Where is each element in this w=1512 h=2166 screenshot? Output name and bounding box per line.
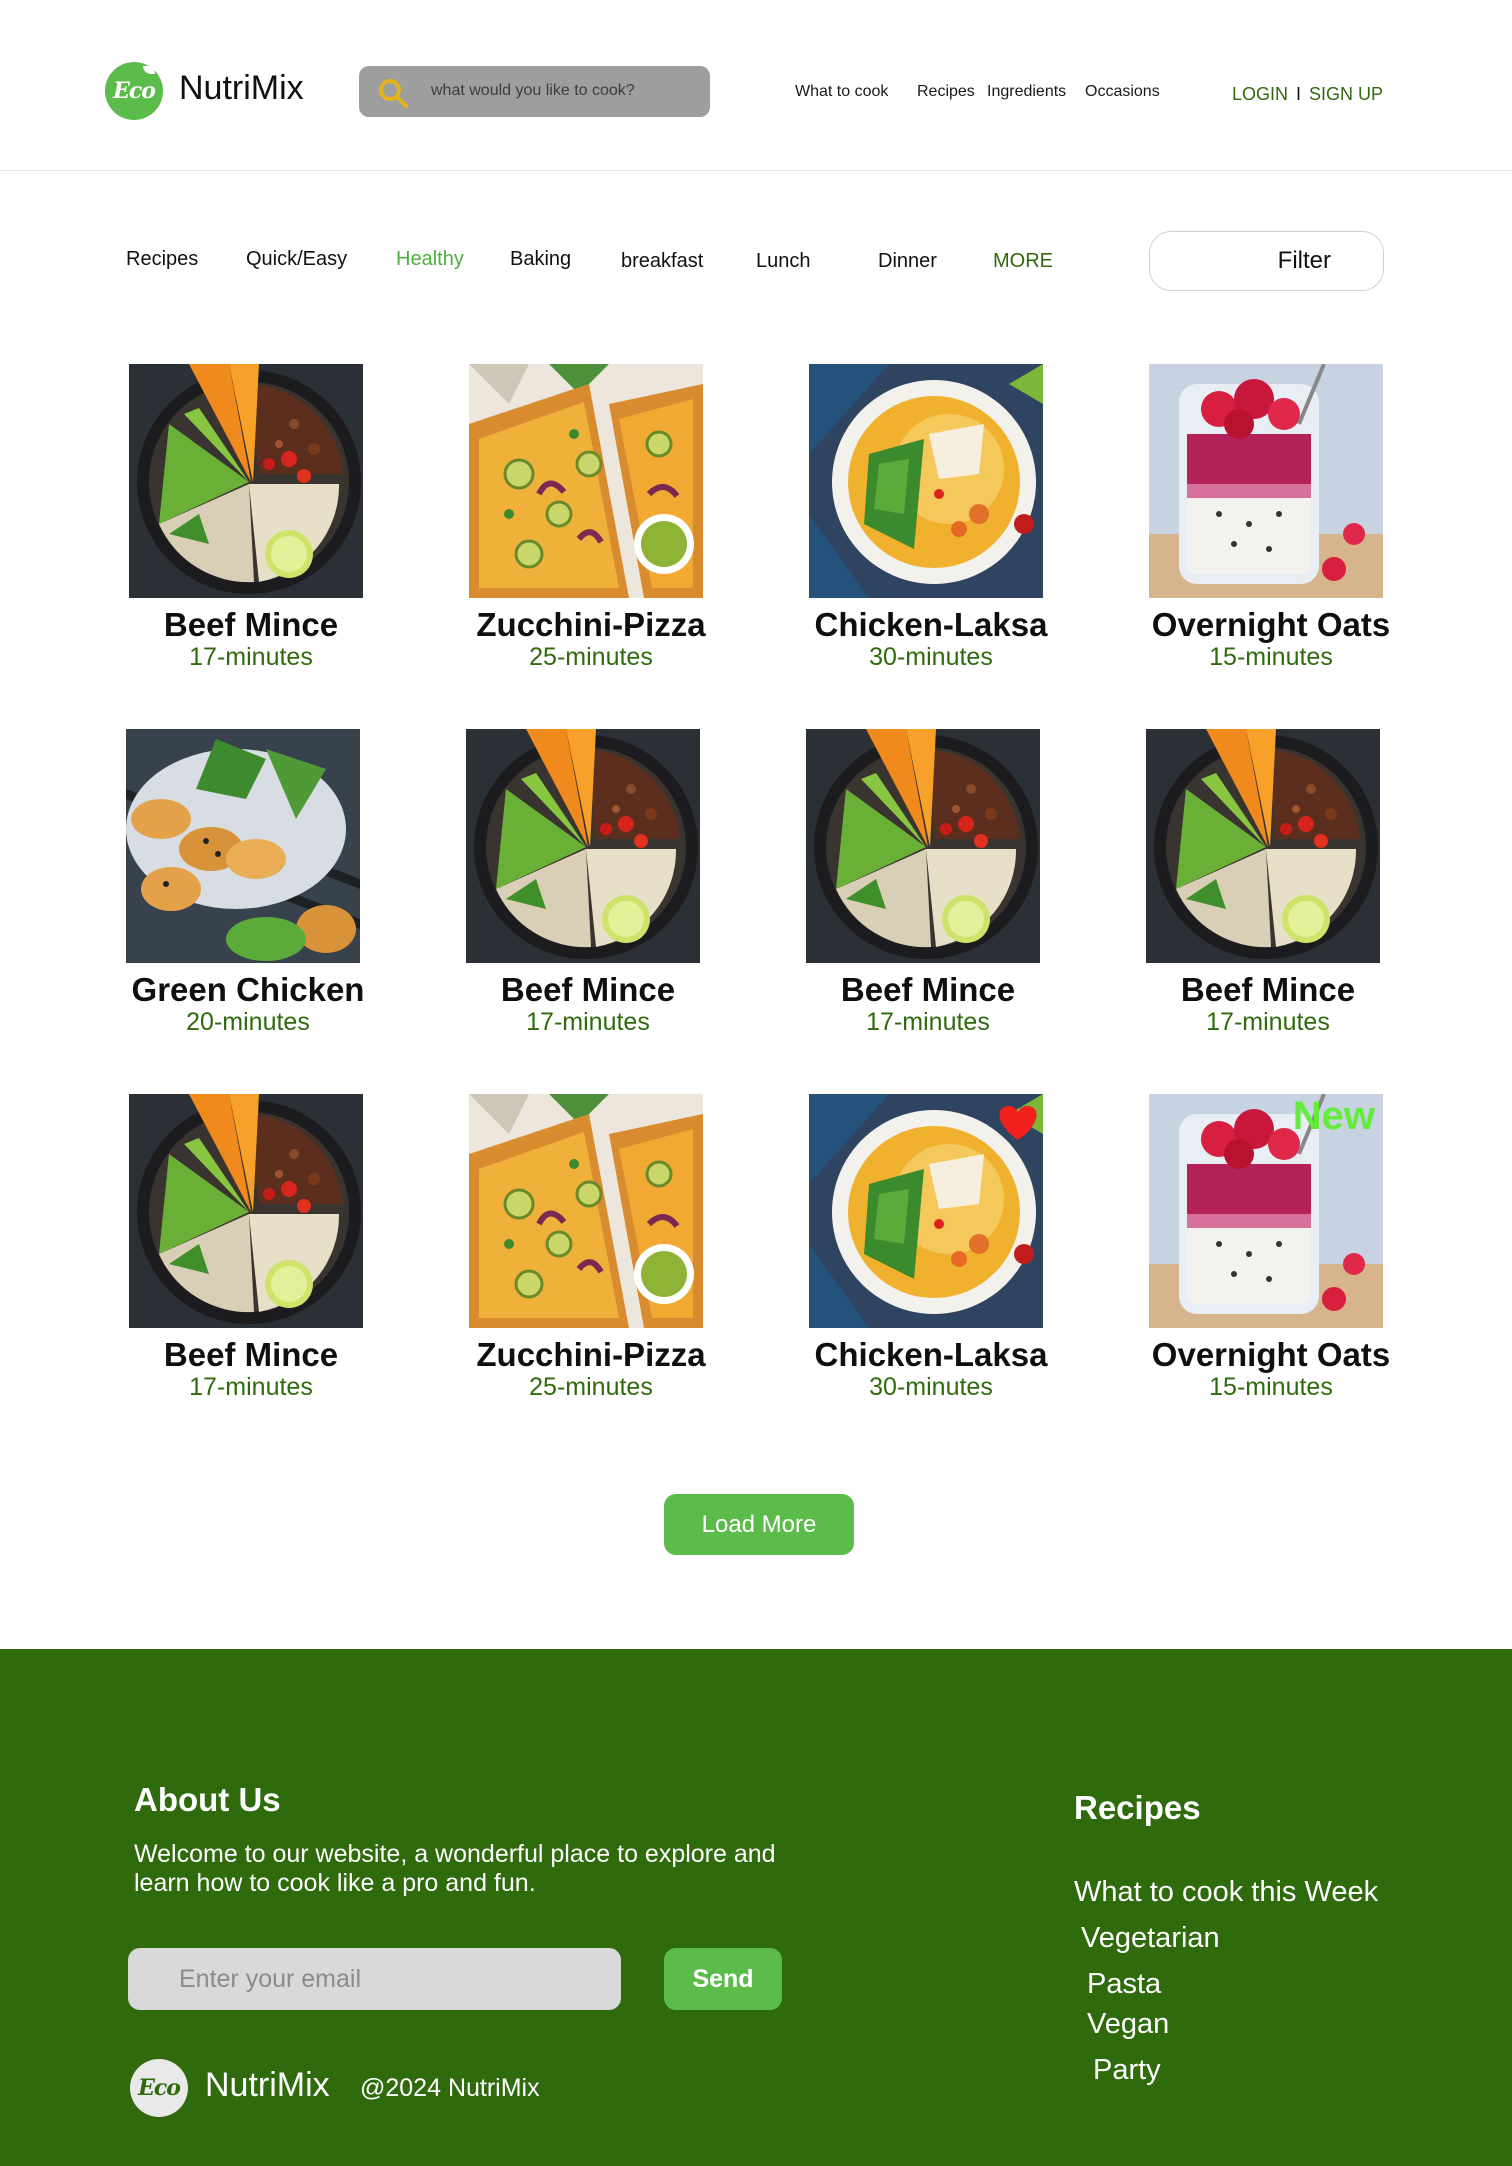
about-text: Welcome to our website, a wonderful plac… [134,1840,776,1897]
recipe-title[interactable]: Chicken-Laksa [766,606,1096,644]
tab-healthy[interactable]: Healthy [396,248,464,271]
recipe-time: 25-minutes [529,643,653,671]
recipe-photo[interactable] [469,1094,703,1328]
recipe-title[interactable]: Chicken-Laksa [766,1336,1096,1374]
tab-baking[interactable]: Baking [510,248,571,271]
signup-link[interactable]: SIGN UP [1309,84,1383,104]
nav-ingredients[interactable]: Ingredients [987,83,1066,101]
recipe-title[interactable]: Beef Mince [423,971,753,1009]
recipe-time: 20-minutes [186,1008,310,1036]
send-button[interactable]: Send [664,1948,782,2010]
footer-link-vegan[interactable]: Vegan [1087,2008,1169,2041]
search-bar[interactable] [359,66,710,117]
recipe-photo[interactable] [126,729,360,963]
tab-more[interactable]: MORE [993,250,1053,273]
tab-quick-easy[interactable]: Quick/Easy [246,248,347,271]
footer-recipes-heading: Recipes [1074,1789,1201,1826]
nav-recipes[interactable]: Recipes [917,83,975,101]
eco-logo-icon[interactable]: Eco [105,62,163,120]
recipe-photo[interactable]: New [1149,1094,1383,1328]
recipe-time: 15-minutes [1209,643,1333,671]
recipe-title[interactable]: Beef Mince [763,971,1093,1009]
tab-lunch[interactable]: Lunch [756,250,811,273]
recipe-photo[interactable] [469,364,703,598]
recipe-photo[interactable] [129,1094,363,1328]
footer-link-pasta[interactable]: Pasta [1087,1968,1161,2001]
footer-link-party[interactable]: Party [1093,2054,1161,2087]
logo-text: Eco [113,78,156,104]
recipe-photo[interactable] [1149,364,1383,598]
site-footer: About Us Welcome to our website, a wonde… [0,1649,1512,2166]
search-icon[interactable] [377,77,409,109]
recipe-time: 17-minutes [1206,1008,1330,1036]
footer-eco-logo-icon[interactable]: Eco [130,2059,188,2117]
recipe-photo[interactable] [466,729,700,963]
copyright: @2024 NutriMix [360,2074,540,2102]
load-more-button[interactable]: Load More [664,1494,854,1555]
recipe-time: 17-minutes [189,1373,313,1401]
recipe-time: 30-minutes [869,643,993,671]
footer-logo-text: Eco [138,2075,181,2101]
recipe-photo[interactable] [1146,729,1380,963]
recipe-time: 17-minutes [189,643,313,671]
footer-link-what-to-cook-this-week[interactable]: What to cook this Week [1074,1876,1378,1909]
recipe-title[interactable]: Zucchini-Pizza [426,1336,756,1374]
recipe-photo[interactable] [806,729,1040,963]
recipe-photo[interactable] [809,1094,1043,1328]
recipe-title[interactable]: Overnight Oats [1106,606,1436,644]
about-heading: About Us [134,1781,281,1818]
auth-links: LOGIN I SIGN UP [1232,84,1383,105]
leaf-icon [143,66,155,74]
email-input[interactable] [128,1948,621,2010]
recipe-time: 17-minutes [866,1008,990,1036]
footer-brand-name: NutriMix [205,2066,330,2104]
nav-occasions[interactable]: Occasions [1085,83,1160,101]
recipe-time: 17-minutes [526,1008,650,1036]
new-badge: New [1292,1094,1375,1138]
recipe-title[interactable]: Beef Mince [86,606,416,644]
recipe-title[interactable]: Beef Mince [86,1336,416,1374]
auth-separator: I [1296,84,1302,104]
login-link[interactable]: LOGIN [1232,84,1288,104]
recipe-time: 30-minutes [869,1373,993,1401]
brand-name[interactable]: NutriMix [179,69,304,108]
recipe-title[interactable]: Overnight Oats [1106,1336,1436,1374]
tab-recipes[interactable]: Recipes [126,248,198,271]
tab-breakfast[interactable]: breakfast [621,250,703,273]
filter-button[interactable]: Filter [1149,231,1384,291]
recipe-time: 25-minutes [529,1373,653,1401]
recipe-time: 15-minutes [1209,1373,1333,1401]
recipe-title[interactable]: Zucchini-Pizza [426,606,756,644]
footer-link-vegetarian[interactable]: Vegetarian [1081,1922,1220,1955]
favorite-heart-icon[interactable] [997,1102,1039,1142]
recipe-title[interactable]: Green Chicken [83,971,413,1009]
recipe-title[interactable]: Beef Mince [1103,971,1433,1009]
nav-what-to-cook[interactable]: What to cook [795,83,888,101]
site-header: Eco NutriMix What to cook Recipes Ingred… [0,0,1512,171]
recipe-photo[interactable] [129,364,363,598]
tab-dinner[interactable]: Dinner [878,250,937,273]
search-input[interactable] [431,76,691,106]
recipe-photo[interactable] [809,364,1043,598]
